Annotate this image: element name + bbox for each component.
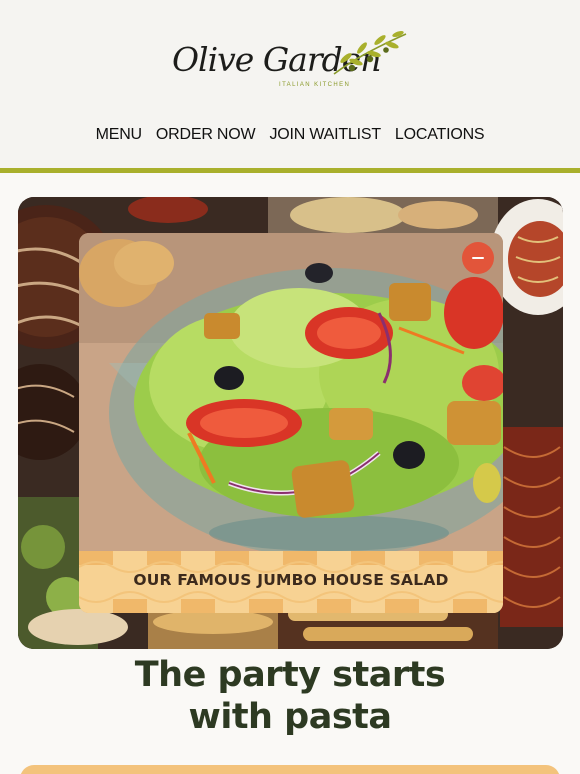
olive-garden-logo[interactable]: Olive Garden ITALIAN KITCHEN xyxy=(172,28,412,94)
nav-order-now-link[interactable]: ORDER NOW xyxy=(156,126,256,150)
next-section-card-edge xyxy=(20,765,560,774)
main-nav: MENU ORDER NOW JOIN WAITLIST LOCATIONS xyxy=(0,126,580,150)
nav-locations-link[interactable]: LOCATIONS xyxy=(395,126,485,150)
email-header: Olive Garden ITALIAN KITCHEN MENU ORDER … xyxy=(0,0,580,168)
olive-branch-icon xyxy=(333,30,407,75)
minus-bar xyxy=(472,257,484,259)
logo-tagline: ITALIAN KITCHEN xyxy=(279,82,351,88)
card-caption: OUR FAMOUS JUMBO HOUSE SALAD xyxy=(133,571,449,589)
nav-menu-link[interactable]: MENU xyxy=(96,126,143,150)
minus-circle-icon[interactable] xyxy=(462,242,494,274)
card-caption-banner: OUR FAMOUS JUMBO HOUSE SALAD xyxy=(79,551,503,613)
salad-promo-card[interactable]: OUR FAMOUS JUMBO HOUSE SALAD xyxy=(79,233,503,613)
nav-join-waitlist-link[interactable]: JOIN WAITLIST xyxy=(269,126,381,150)
house-salad-photo xyxy=(79,233,503,553)
headline-line-2: with pasta xyxy=(188,697,392,737)
headline-line-1: The party starts xyxy=(134,655,446,695)
page-headline: The party starts with pasta xyxy=(0,654,580,738)
